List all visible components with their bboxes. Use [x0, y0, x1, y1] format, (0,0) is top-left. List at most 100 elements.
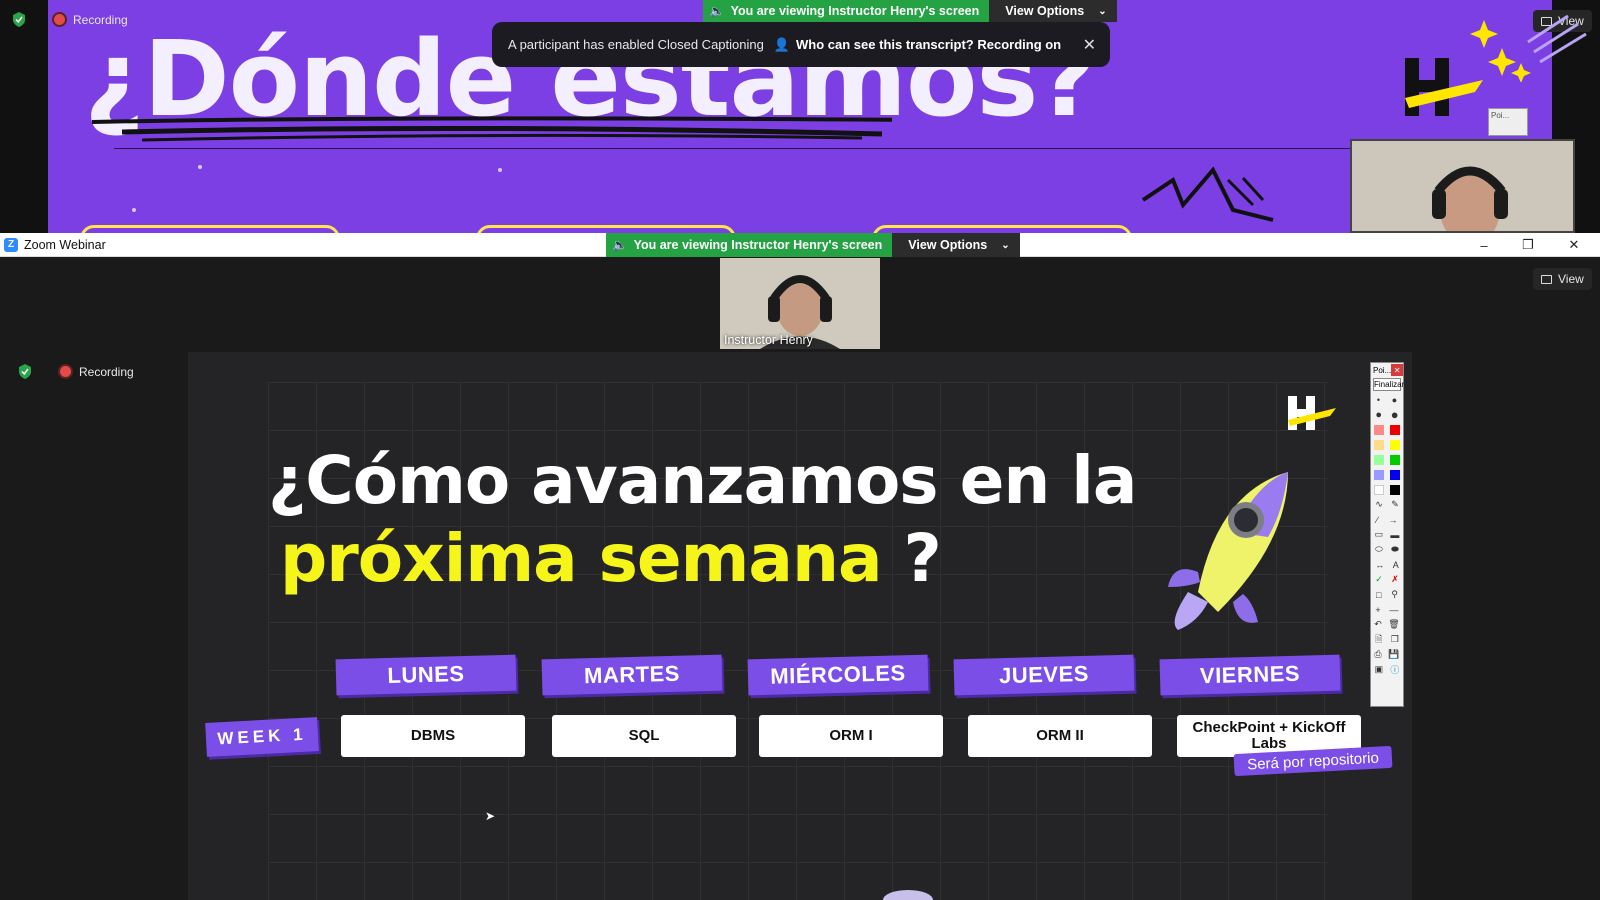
view-button[interactable]: View [1533, 268, 1592, 290]
undo-icon[interactable]: ↶ [1374, 619, 1382, 630]
light-red-swatch[interactable] [1374, 424, 1384, 435]
presenter-camera-thumbnail [1350, 139, 1575, 233]
light-blue-swatch[interactable] [1374, 469, 1384, 480]
pencil-icon[interactable]: ✎ [1391, 499, 1399, 510]
cross-icon[interactable]: ✗ [1391, 574, 1399, 585]
decor-dot [132, 208, 136, 212]
select-icon[interactable]: □ [1376, 590, 1381, 600]
person-icon: 👤 [773, 36, 791, 52]
tool-row: □ ⚲ [1371, 587, 1403, 602]
shield-icon [19, 364, 31, 379]
white-swatch[interactable] [1374, 484, 1384, 495]
mouse-cursor-icon: ➤ [485, 809, 496, 823]
viewing-status-label: You are viewing Instructor Henry's scree… [730, 4, 980, 18]
henry-logo-icon [1405, 58, 1483, 116]
view-label: View [1558, 272, 1584, 286]
tool-row: ↶ 🗑 [1371, 617, 1403, 632]
day-tag-lunes: LUNES [335, 654, 517, 696]
view-options-button[interactable]: View Options ⌄ [892, 233, 1020, 257]
cc-notice: A participant has enabled Closed Caption… [508, 37, 764, 52]
red-swatch[interactable] [1390, 424, 1400, 435]
color-row [1371, 437, 1403, 452]
filled-rectangle-icon[interactable]: ▬ [1390, 530, 1399, 540]
filled-ellipse-icon[interactable]: ⬬ [1391, 544, 1399, 555]
close-icon[interactable]: ✕ [1083, 35, 1096, 55]
blue-swatch[interactable] [1390, 469, 1400, 480]
small-dot-icon[interactable]: • [1377, 395, 1380, 405]
tool-row: ⎙ 💾 [1371, 647, 1403, 662]
zoom-icon[interactable]: ⚲ [1391, 589, 1398, 600]
grid-view-icon [1541, 274, 1552, 284]
annotation-toolbar-header: Poi... ✕ [1371, 363, 1403, 377]
recording-dot-icon [60, 366, 71, 377]
recording-label: Recording [79, 364, 134, 379]
xlarge-dot-icon[interactable]: ● [1391, 407, 1399, 422]
medium-dot-icon[interactable]: ● [1392, 395, 1397, 405]
slide-highlight: próxima semana [280, 520, 882, 597]
view-options-button[interactable]: View Options ⌄ [989, 0, 1117, 22]
copy-icon[interactable]: ❐ [1391, 634, 1399, 645]
freehand-icon[interactable]: ∿ [1375, 499, 1383, 510]
topic-box-martes: SQL [552, 715, 736, 757]
large-dot-icon[interactable]: ● [1375, 409, 1382, 421]
window-title: Zoom Webinar [24, 237, 106, 252]
viewing-screen-bar-main: 🔈 You are viewing Instructor Henry's scr… [606, 233, 1020, 257]
transcript-label: Who can see this transcript? Recording o… [796, 37, 1062, 52]
tool-row: 🗎 ❐ [1371, 632, 1403, 647]
tool-row: ∿ ✎ [1371, 497, 1403, 512]
light-yellow-swatch[interactable] [1374, 439, 1384, 450]
day-tag-viernes: VIERNES [1159, 654, 1341, 696]
slide-question-mark: ? [903, 520, 941, 597]
topic-box-jueves: ORM II [968, 715, 1152, 757]
minimize-icon[interactable]: – [1462, 233, 1506, 257]
zoom-logo-icon: Z [4, 237, 18, 252]
viewing-status-label: You are viewing Instructor Henry's scree… [633, 238, 883, 252]
color-row [1371, 482, 1403, 497]
trash-icon[interactable]: 🗑 [1388, 619, 1399, 630]
participant-video-tile[interactable]: Instructor Henry [720, 258, 880, 349]
day-tag-martes: MARTES [541, 654, 723, 696]
tool-row: ∕ → [1371, 512, 1403, 527]
annotation-toolbar: Poi... ✕ Finalizar • ● ● ● ∿ ✎ ∕ → ▭ ▬ ⬭ ⬬ ↔ A … [1370, 362, 1404, 707]
ellipse-icon[interactable]: ⬭ [1375, 544, 1383, 555]
arrow-icon[interactable]: → [1389, 515, 1398, 525]
recording-dot-icon [54, 14, 65, 25]
plus-icon[interactable]: + [1375, 605, 1380, 615]
print-icon[interactable]: ⎙ [1374, 649, 1381, 660]
topic-box-miercoles: ORM I [759, 715, 943, 757]
day-tag-miercoles: MIÉRCOLES [747, 654, 929, 696]
page-icon[interactable]: 🗎 [1375, 632, 1382, 648]
transcript-link[interactable]: 👤 Who can see this transcript? Recording… [774, 37, 1061, 53]
yellow-swatch[interactable] [1390, 439, 1400, 450]
tool-row: ⬭ ⬬ [1371, 542, 1403, 557]
close-window-icon[interactable]: ✕ [1552, 233, 1596, 257]
window-icon[interactable]: ▣ [1375, 664, 1384, 675]
info-icon[interactable]: ⓘ [1390, 663, 1399, 676]
speaker-icon: 🔈 [612, 237, 628, 252]
person-avatar-icon [1352, 141, 1573, 231]
henry-logo-icon [1288, 396, 1336, 430]
line-icon[interactable]: ∕ [1376, 515, 1378, 525]
viewing-status: 🔈 You are viewing Instructor Henry's scr… [606, 233, 893, 257]
background-zoom-window: ¿Dónde estamos? Recording 🔈 You are view… [0, 0, 1600, 233]
restore-icon[interactable]: ❐ [1506, 233, 1550, 257]
save-icon[interactable]: 💾 [1388, 649, 1399, 660]
finish-button[interactable]: Finalizar [1373, 378, 1404, 391]
participant-name: Instructor Henry [724, 333, 813, 347]
green-swatch[interactable] [1390, 454, 1400, 465]
minus-icon[interactable]: — [1390, 605, 1399, 615]
close-icon[interactable]: ✕ [1391, 364, 1403, 376]
tool-row: ▣ ⓘ [1371, 662, 1403, 677]
week-tag: WEEK 1 [205, 717, 319, 757]
double-arrow-icon[interactable]: ↔ [1375, 560, 1384, 570]
underline-scribble [91, 116, 892, 142]
black-swatch[interactable] [1390, 484, 1400, 495]
text-icon[interactable]: A [1393, 560, 1399, 570]
check-icon[interactable]: ✓ [1375, 574, 1383, 585]
tool-row: ▭ ▬ [1371, 527, 1403, 542]
viewing-screen-bar: 🔈 You are viewing Instructor Henry's scr… [703, 0, 1117, 22]
doodle-icon [1141, 166, 1274, 222]
topic-box-lunes: DBMS [341, 715, 525, 757]
light-green-swatch[interactable] [1374, 454, 1384, 465]
rectangle-icon[interactable]: ▭ [1375, 529, 1384, 540]
